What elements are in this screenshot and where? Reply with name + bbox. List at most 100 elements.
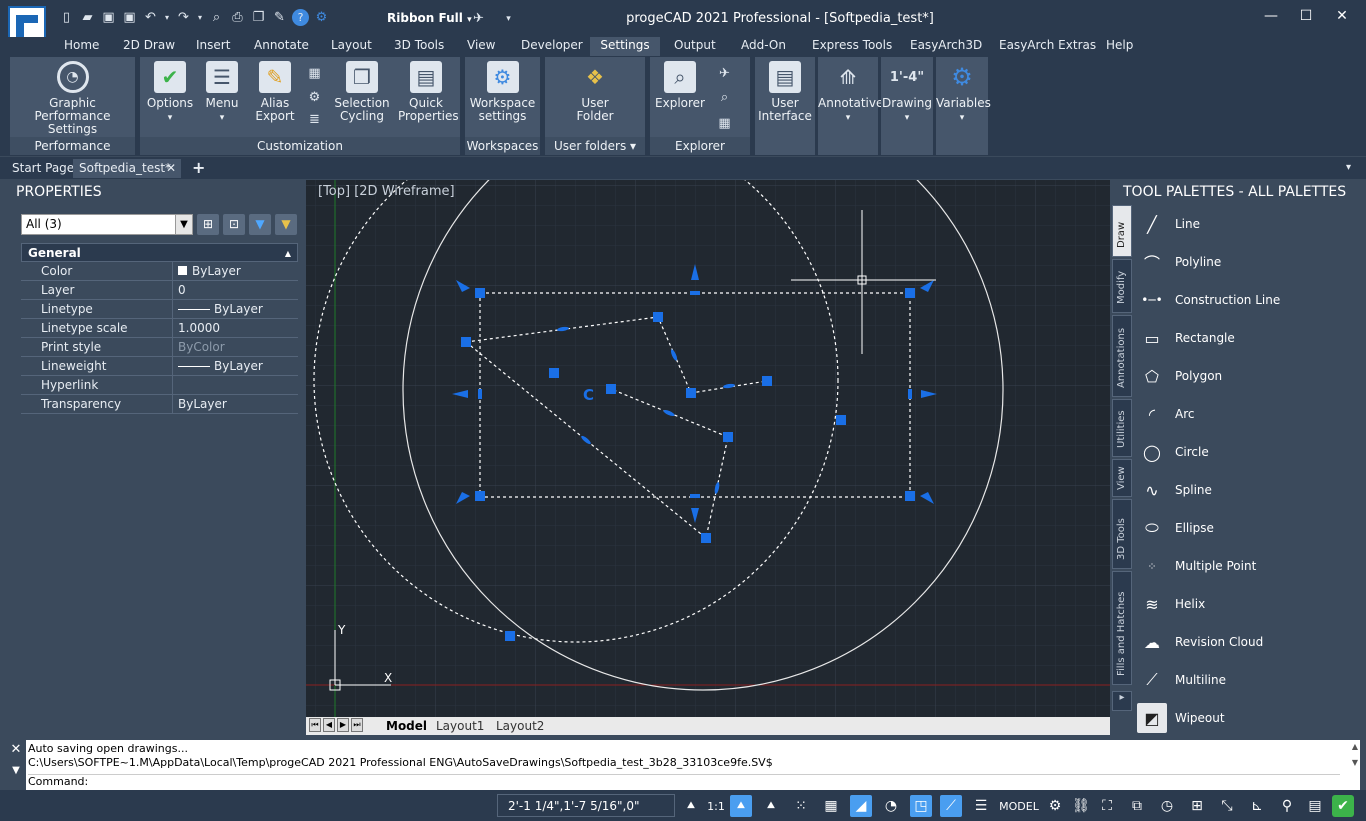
customize-icon[interactable]: ✈ — [470, 10, 487, 27]
options-button[interactable]: ✔ Options ▾ — [146, 61, 194, 125]
drawing-button[interactable]: 1'-4" Drawing ▾ — [881, 61, 933, 125]
tool-wipeout[interactable]: ◩ Wipeout — [1134, 699, 1366, 737]
tab-draw[interactable]: Draw — [1112, 205, 1132, 257]
ortho-icon[interactable]: ◢ — [850, 795, 872, 817]
viewport-label[interactable]: [Top] [2D Wireframe] — [318, 184, 455, 199]
tab-layout[interactable]: Layout — [325, 37, 378, 56]
tool-revision-cloud[interactable]: ☁ Revision Cloud — [1134, 623, 1366, 661]
tab-document[interactable]: Softpedia_test* ✕ — [73, 159, 181, 178]
tab-layout2[interactable]: Layout2 — [496, 718, 544, 734]
dynamic-input-icon[interactable]: ⊞ — [1186, 795, 1208, 817]
list-icon[interactable]: ≣ — [306, 111, 323, 128]
close-button[interactable]: ✕ — [1327, 8, 1357, 28]
tool-multiple-point[interactable]: ⁘ Multiple Point — [1134, 547, 1366, 585]
gear-icon[interactable]: ⚙ — [1044, 795, 1066, 817]
grid-icon[interactable]: ▦ — [820, 795, 842, 817]
selection-cycling-button[interactable]: ❐ Selection Cycling — [332, 61, 392, 123]
plane-icon[interactable]: ✈ — [716, 65, 733, 82]
minimize-button[interactable]: — — [1256, 8, 1286, 28]
workspace-settings-button[interactable]: ⚙ Workspace settings — [467, 61, 538, 123]
tab-view[interactable]: View — [461, 37, 501, 56]
lineweight-icon[interactable]: ☰ — [970, 795, 992, 817]
print-icon[interactable]: ⎙ — [229, 9, 246, 26]
tab-3d-tools[interactable]: 3D Tools — [1112, 499, 1132, 569]
annotation-visibility-icon[interactable]: ⯅ — [680, 795, 702, 817]
drawing-canvas[interactable]: C Y X [Top] [2D Wireframe] — [306, 180, 1110, 717]
prop-row-linetype-scale[interactable]: Linetype scale 1.0000 — [21, 319, 298, 338]
search-small-icon[interactable]: ⌕ — [716, 89, 733, 106]
new-tab-button[interactable]: + — [186, 159, 211, 178]
quick-select-icon[interactable]: ▼ — [249, 214, 271, 235]
tab-express-tools[interactable]: Express Tools — [806, 37, 898, 56]
tab-add-on[interactable]: Add-On — [735, 37, 792, 56]
tab-2d-draw[interactable]: 2D Draw — [117, 37, 181, 56]
open-icon[interactable]: ▰ — [79, 9, 96, 26]
check-icon[interactable]: ✔ — [1332, 795, 1354, 817]
tool-ellipse[interactable]: ⬭ Ellipse — [1134, 509, 1366, 547]
tool-spline[interactable]: ∿ Spline — [1134, 471, 1366, 509]
tab-easyarch-extras[interactable]: EasyArch Extras — [993, 37, 1102, 56]
scroll-down-icon[interactable]: ▼ — [1352, 758, 1358, 767]
user-folder-button[interactable]: ❖ User Folder — [565, 61, 625, 123]
otrack-icon[interactable]: ⟋ — [940, 795, 962, 817]
polar-icon[interactable]: ◔ — [880, 795, 902, 817]
tab-annotations[interactable]: Annotations — [1112, 315, 1132, 397]
paintbrush-icon[interactable]: ✎ — [271, 9, 288, 26]
save-icon[interactable]: ▣ — [100, 9, 117, 26]
tool-polyline[interactable]: ⌒ Polyline — [1134, 243, 1366, 281]
properties-icon[interactable]: ▤ — [1304, 795, 1326, 817]
filter-icon[interactable]: ▼ — [275, 214, 297, 235]
redo-dropdown-icon[interactable]: ▾ — [196, 9, 204, 26]
tool-multiline[interactable]: ⟋ Multiline — [1134, 661, 1366, 699]
user-interface-button[interactable]: ▤ User Interface — [757, 61, 813, 123]
last-tab-button[interactable]: ⏭ — [351, 718, 363, 732]
prop-row-layer[interactable]: Layer 0 — [21, 281, 298, 300]
close-icon[interactable]: ✕ — [6, 740, 26, 762]
tool-circle[interactable]: ◯ Circle — [1134, 433, 1366, 471]
menu-button[interactable]: ☰ Menu ▾ — [200, 61, 244, 125]
qat-dropdown-icon[interactable]: ▾ — [500, 10, 517, 27]
tab-help[interactable]: Help — [1100, 37, 1139, 56]
quick-properties-button[interactable]: ▤ Quick Properties — [398, 61, 459, 123]
first-tab-button[interactable]: ⏮ — [309, 718, 321, 732]
ribbon-collapse-icon[interactable]: ▾ — [1340, 159, 1357, 178]
alias-export-button[interactable]: ✎ Alias Export — [250, 61, 300, 123]
undo-dropdown-icon[interactable]: ▾ — [163, 9, 171, 26]
undo-icon[interactable]: ↶ — [142, 9, 159, 26]
tab-view[interactable]: View — [1112, 459, 1132, 497]
prop-row-print-style[interactable]: Print style ByColor — [21, 338, 298, 357]
annotation-scale-icon[interactable]: ⯅ — [730, 795, 752, 817]
tab-layout1[interactable]: Layout1 — [436, 718, 484, 734]
tool-polygon[interactable]: ⬠ Polygon — [1134, 357, 1366, 395]
tab-insert[interactable]: Insert — [190, 37, 236, 56]
maximize-button[interactable]: ☐ — [1291, 8, 1321, 28]
lock-icon[interactable]: ⛓ — [1070, 795, 1092, 817]
command-prompt[interactable]: Command: — [28, 774, 1340, 788]
close-icon[interactable]: ✕ — [166, 159, 176, 177]
tool-rectangle[interactable]: ▭ Rectangle — [1134, 319, 1366, 357]
tab-annotate[interactable]: Annotate — [248, 37, 315, 56]
tool-arc[interactable]: ◜ Arc — [1134, 395, 1366, 433]
tab-model[interactable]: Model — [386, 718, 427, 734]
keyboard-icon[interactable]: ▦ — [306, 65, 323, 82]
workspace-selector[interactable]: Ribbon Full ▾ — [387, 11, 472, 25]
selection-icon[interactable]: ⊾ — [1246, 795, 1268, 817]
prop-row-lineweight[interactable]: Lineweight ByLayer — [21, 357, 298, 376]
annotative-button[interactable]: ⟰ Annotative ▾ — [818, 61, 883, 125]
tool-helix[interactable]: ≋ Helix — [1134, 585, 1366, 623]
auto-scale-icon[interactable]: ⯅ — [760, 795, 782, 817]
tool-line[interactable]: ╱ Line — [1134, 205, 1366, 243]
snap-icon[interactable]: ⁙ — [790, 795, 812, 817]
annotation-scale-label[interactable]: 1:1 — [705, 795, 727, 817]
prop-row-linetype[interactable]: Linetype ByLayer — [21, 300, 298, 319]
next-tab-button[interactable]: ▶ — [337, 718, 349, 732]
tab-modify[interactable]: Modify — [1112, 259, 1132, 313]
hardware-icon[interactable]: ⚲ — [1276, 795, 1298, 817]
tab-utilities[interactable]: Utilities — [1112, 399, 1132, 457]
help-icon[interactable]: ? — [292, 9, 309, 26]
settings-small-icon[interactable]: ⚙ — [306, 89, 323, 106]
coordinates-readout[interactable]: 2'-1 1/4",1'-7 5/16",0" — [497, 794, 675, 817]
tab-fills-hatches[interactable]: Fills and Hatches — [1112, 571, 1132, 685]
prop-row-hyperlink[interactable]: Hyperlink — [21, 376, 298, 395]
prop-row-transparency[interactable]: Transparency ByLayer — [21, 395, 298, 414]
